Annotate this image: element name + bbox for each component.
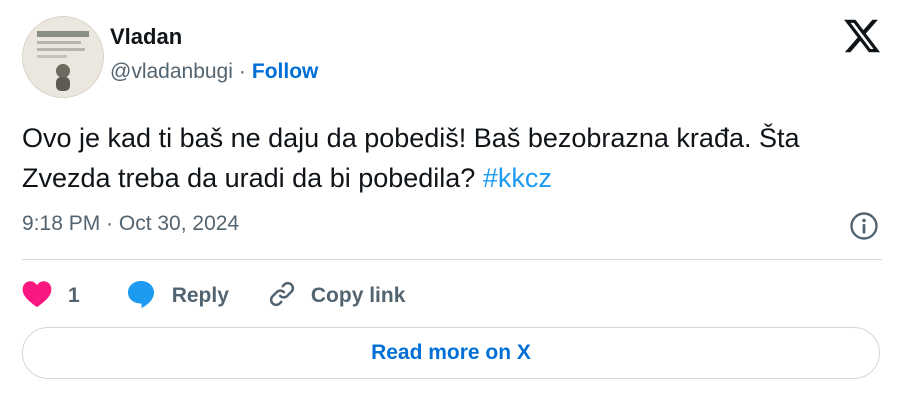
avatar[interactable]: [22, 16, 104, 98]
read-more-button[interactable]: Read more on X: [22, 327, 880, 379]
copy-link-button[interactable]: Copy link: [267, 279, 406, 314]
link-icon: [267, 279, 297, 314]
x-logo-icon[interactable]: [842, 16, 882, 56]
hashtag-link[interactable]: #kkcz: [483, 163, 552, 193]
info-icon[interactable]: [848, 210, 880, 242]
tweet-timestamp[interactable]: 9:18 PM · Oct 30, 2024: [22, 212, 239, 236]
tweet-body: Ovo je kad ti baš ne daju da pobediš! Ba…: [22, 123, 800, 193]
heart-icon: [22, 280, 52, 313]
tweet-text: Ovo je kad ti baš ne daju da pobediš! Ba…: [22, 118, 882, 198]
reply-button[interactable]: Reply: [126, 279, 229, 314]
author-handle-row: @vladanbugi · Follow: [110, 60, 318, 84]
like-button[interactable]: 1: [22, 280, 80, 313]
author-name[interactable]: Vladan: [110, 24, 182, 50]
author-handle[interactable]: @vladanbugi: [110, 60, 233, 84]
divider: [22, 259, 882, 260]
copy-link-label: Copy link: [310, 284, 406, 307]
reply-label: Reply: [171, 284, 229, 307]
action-bar: 1 Reply Copy link: [22, 276, 405, 316]
tweet-embed-card: Vladan @vladanbugi · Follow Ovo je kad t…: [0, 0, 900, 401]
speech-bubble-icon: [126, 279, 156, 314]
follow-button[interactable]: Follow: [252, 60, 319, 84]
separator-dot: ·: [238, 60, 246, 83]
like-count: 1: [68, 284, 80, 307]
